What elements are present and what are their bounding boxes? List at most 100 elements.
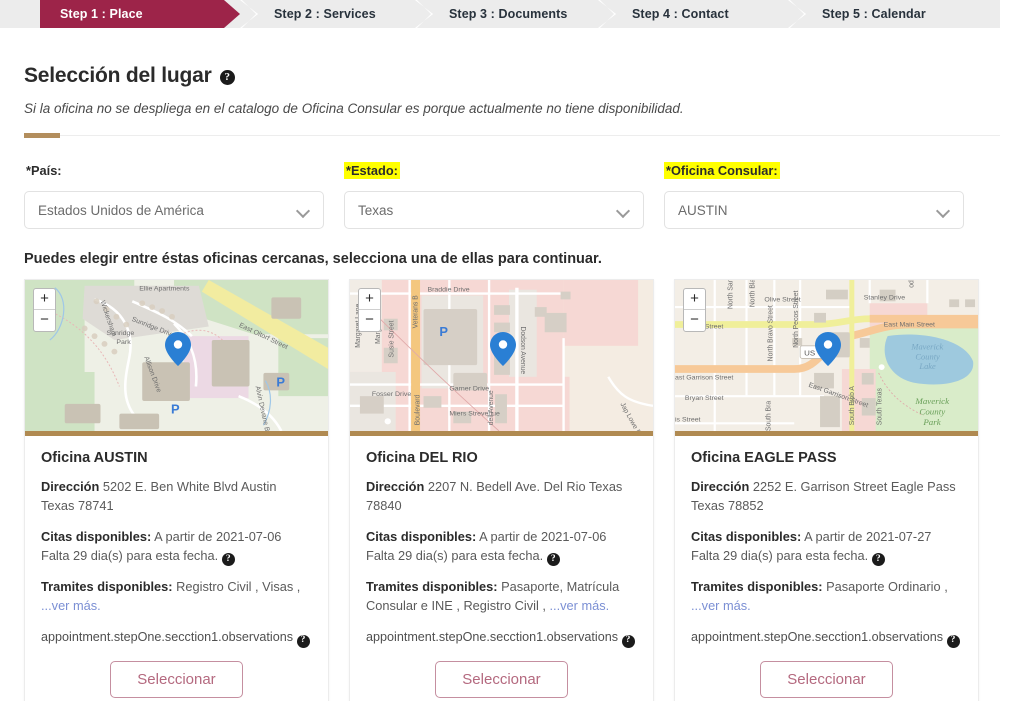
observations-key: appointment.stepOne.secction1.observatio…	[366, 630, 619, 645]
office-card-body: Oficina AUSTIN Dirección 5202 E. Ben Whi…	[25, 436, 328, 701]
address-label: Dirección	[691, 479, 750, 494]
svg-text:East Main Street: East Main Street	[884, 322, 935, 329]
step-label-4: Step 4 : Contact	[632, 7, 729, 21]
question-mark-icon[interactable]: ?	[221, 552, 235, 566]
office-procedures: Tramites disponibles: Pasaporte Ordinari…	[691, 578, 962, 615]
office-title: Oficina AUSTIN	[41, 450, 148, 466]
svg-text:Street: Street	[705, 323, 724, 330]
svg-text:Park: Park	[922, 417, 941, 427]
svg-text:Bryan Street: Bryan Street	[685, 395, 724, 402]
step-item-2[interactable]: Step 2 : Services	[252, 0, 376, 28]
office-procedures: Tramites disponibles: Pasaporte, Matrícu…	[366, 578, 637, 615]
office-address: Dirección 2252 E. Garrison Street Eagle …	[691, 478, 962, 515]
svg-text:P: P	[171, 402, 180, 417]
page-content: Selección del lugar ? Si la oficina no s…	[0, 64, 1024, 701]
location-form: *País: Estados Unidos de América *Estado…	[24, 162, 1000, 229]
see-more-link[interactable]: ...ver más.	[549, 598, 609, 613]
field-consular-office: *Oficina Consular: AUSTIN	[664, 162, 964, 229]
appointments-label: Citas disponibles:	[41, 529, 152, 545]
step-label-3: Step 3 : Documents	[449, 7, 568, 21]
step-progress-bar: Step 1 : Place Step 2 : Services Step 3 …	[0, 0, 1000, 28]
question-mark-icon[interactable]: ?	[621, 634, 635, 648]
office-map[interactable]: Braddie Drive Veterans B Boulevard Dodso…	[350, 280, 653, 436]
map-zoom-in-button[interactable]: +	[34, 289, 55, 310]
svg-text:Fosser Drive: Fosser Drive	[372, 391, 412, 398]
office-appointments: Citas disponibles: A partir de 2021-07-2…	[691, 528, 962, 566]
step-item-5[interactable]: Step 5 : Calendar	[800, 0, 926, 28]
state-label: *Estado:	[344, 162, 400, 180]
office-card[interactable]: Ellie Apartments Sunridge Park Sunridge …	[24, 279, 329, 701]
office-map[interactable]: US Street Olive Street Stanley Drive Eas…	[675, 280, 978, 436]
office-address: Dirección 5202 E. Ben White Blvd Austin …	[41, 478, 312, 515]
office-map[interactable]: Ellie Apartments Sunridge Park Sunridge …	[25, 280, 328, 436]
map-zoom-in-button[interactable]: +	[684, 289, 705, 310]
question-mark-icon[interactable]: ?	[871, 552, 885, 566]
step-item-4[interactable]: Step 4 : Contact	[610, 0, 729, 28]
office-appointments: Citas disponibles: A partir de 2021-07-0…	[41, 528, 312, 566]
state-select-value: Texas	[358, 202, 394, 218]
office-procedures: Tramites disponibles: Registro Civil , V…	[41, 578, 312, 615]
select-office-button[interactable]: Seleccionar	[760, 660, 893, 698]
svg-text:Boulevard: Boulevard	[414, 395, 421, 426]
map-zoom-out-button[interactable]: −	[684, 310, 705, 331]
svg-text:dell Avenue: dell Avenue	[488, 390, 495, 425]
office-title: Oficina DEL RIO	[366, 450, 478, 466]
office-observations: appointment.stepOne.secction1.observatio…	[691, 628, 962, 648]
consular-office-select-value: AUSTIN	[678, 202, 728, 218]
map-zoom-controls[interactable]: + −	[33, 288, 56, 332]
svg-text:Lake: Lake	[918, 362, 936, 371]
select-button-wrap: Seleccionar	[691, 660, 962, 698]
svg-text:is Street: is Street	[675, 416, 701, 423]
page-title: Selección del lugar ?	[24, 64, 1000, 88]
svg-text:Susie Street: Susie Street	[389, 320, 396, 357]
step-item-3[interactable]: Step 3 : Documents	[427, 0, 568, 28]
office-appointments: Citas disponibles: A partir de 2021-07-0…	[366, 528, 637, 566]
chevron-down-icon	[617, 204, 630, 217]
procedures-label: Tramites disponibles:	[691, 579, 823, 595]
map-zoom-out-button[interactable]: −	[34, 310, 55, 331]
select-button-wrap: Seleccionar	[366, 660, 637, 698]
address-label: Dirección	[366, 479, 425, 494]
country-label: *País:	[26, 163, 62, 178]
select-office-button[interactable]: Seleccionar	[110, 660, 243, 698]
map-zoom-out-button[interactable]: −	[359, 310, 380, 331]
consular-office-label: *Oficina Consular:	[664, 162, 780, 180]
question-mark-icon[interactable]: ?	[546, 552, 560, 566]
svg-text:Braddie Drive: Braddie Drive	[427, 287, 469, 294]
observations-key: appointment.stepOne.secction1.observatio…	[691, 630, 944, 645]
svg-text:North Bravo Street: North Bravo Street	[767, 305, 774, 361]
office-card-list: Ellie Apartments Sunridge Park Sunridge …	[24, 279, 1000, 701]
map-zoom-controls[interactable]: + −	[683, 288, 706, 332]
svg-text:Dodson Avenue: Dodson Avenue	[519, 326, 526, 374]
svg-text:odd Avenue: odd Avenue	[908, 280, 915, 288]
question-mark-icon[interactable]: ?	[296, 634, 310, 648]
step-label-1: Step 1 : Place	[60, 7, 143, 21]
office-card[interactable]: Braddie Drive Veterans B Boulevard Dodso…	[349, 279, 654, 701]
field-country: *País: Estados Unidos de América	[24, 162, 324, 229]
select-office-button[interactable]: Seleccionar	[435, 660, 568, 698]
svg-text:South Texas: South Texas	[877, 387, 884, 425]
svg-text:Veterans B: Veterans B	[412, 295, 419, 329]
map-zoom-controls[interactable]: + −	[358, 288, 381, 332]
procedures-label: Tramites disponibles:	[366, 579, 498, 595]
map-pin-icon	[490, 332, 516, 366]
svg-text:P: P	[439, 324, 448, 339]
question-mark-icon[interactable]: ?	[946, 634, 960, 648]
see-more-link[interactable]: ...ver más.	[41, 598, 101, 613]
svg-text:P: P	[276, 375, 285, 390]
appointments-label: Citas disponibles:	[366, 529, 477, 545]
country-select[interactable]: Estados Unidos de América	[24, 191, 324, 229]
question-mark-icon[interactable]: ?	[219, 69, 235, 85]
state-select[interactable]: Texas	[344, 191, 644, 229]
field-state: *Estado: Texas	[344, 162, 644, 229]
consular-office-select[interactable]: AUSTIN	[664, 191, 964, 229]
see-more-link[interactable]: ...ver más.	[691, 598, 751, 613]
office-title: Oficina EAGLE PASS	[691, 450, 837, 466]
svg-text:ast Garrison Street: ast Garrison Street	[675, 375, 733, 382]
map-pin-icon	[165, 332, 191, 366]
step-item-1[interactable]: Step 1 : Place	[40, 0, 240, 28]
office-card[interactable]: US Street Olive Street Stanley Drive Eas…	[674, 279, 979, 701]
map-pin-icon	[815, 332, 841, 366]
svg-text:Park: Park	[116, 339, 131, 346]
map-zoom-in-button[interactable]: +	[359, 289, 380, 310]
